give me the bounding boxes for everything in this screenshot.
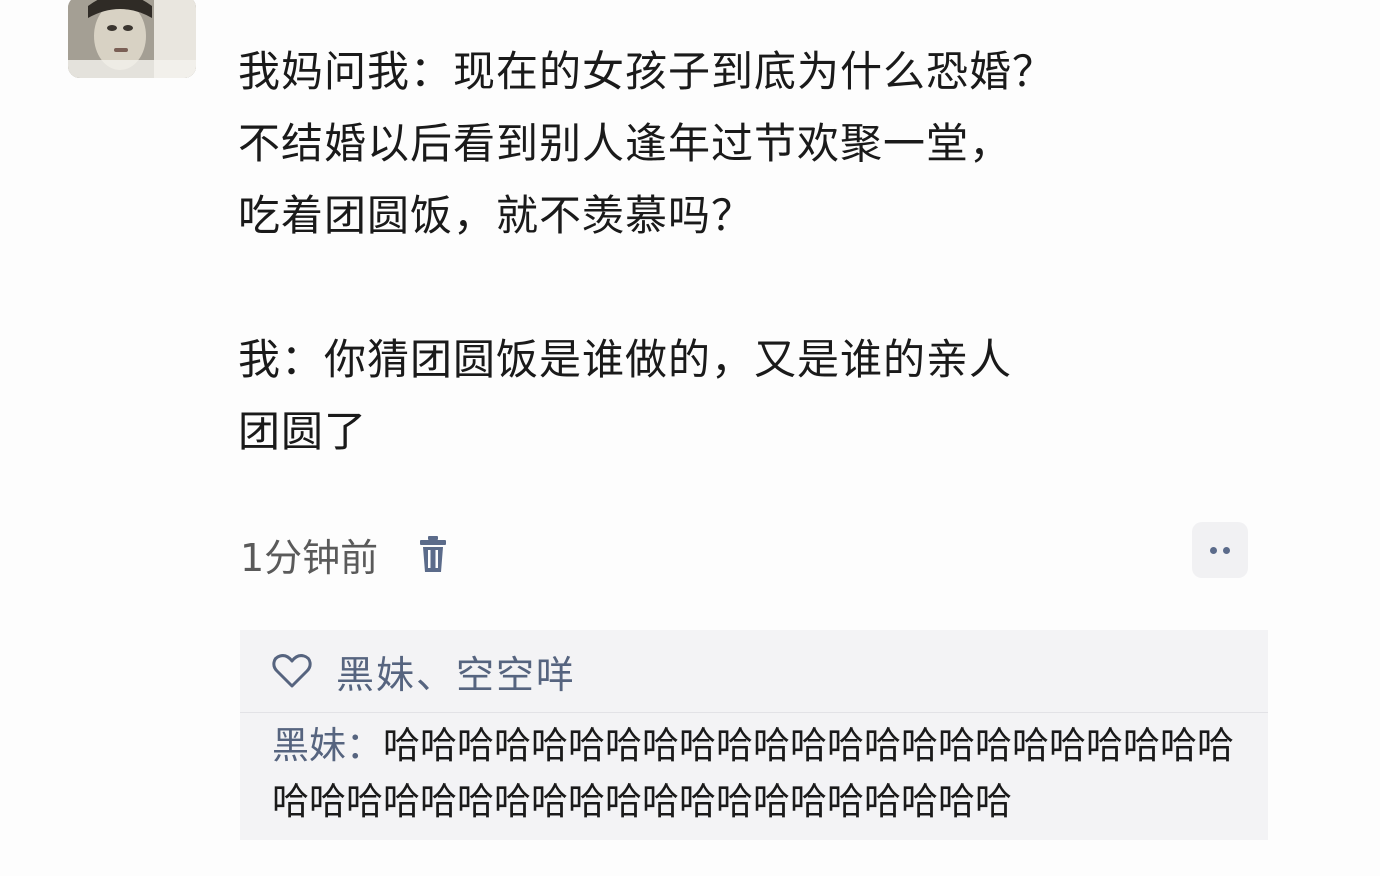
timestamp: 1分钟前 bbox=[240, 535, 379, 580]
comment-text: 哈哈哈哈哈哈哈哈哈哈哈哈哈哈哈哈哈哈哈哈哈哈哈哈哈哈哈哈哈哈哈哈哈哈哈哈哈哈哈哈… bbox=[272, 724, 1234, 823]
post-line: 我：你猜团圆饭是谁做的，又是谁的亲人 bbox=[238, 335, 1013, 384]
divider bbox=[240, 712, 1268, 713]
likes-names[interactable]: 黑妹、空空咩 bbox=[336, 644, 576, 699]
comment-separator: ： bbox=[346, 724, 383, 767]
likes-row: 黑妹、空空咩 bbox=[272, 644, 576, 699]
trash-icon[interactable] bbox=[418, 534, 448, 574]
post-line: 我妈问我：现在的女孩子到底为什么恐婚？ bbox=[238, 47, 1056, 96]
moments-post: 我妈问我：现在的女孩子到底为什么恐婚？ 不结婚以后看到别人逢年过节欢聚一堂， 吃… bbox=[0, 0, 1380, 876]
dot bbox=[1210, 546, 1217, 554]
avatar-photo bbox=[68, 0, 196, 78]
heart-icon bbox=[272, 654, 312, 688]
comment-item[interactable]: 黑妹：哈哈哈哈哈哈哈哈哈哈哈哈哈哈哈哈哈哈哈哈哈哈哈哈哈哈哈哈哈哈哈哈哈哈哈哈哈… bbox=[272, 718, 1252, 830]
interaction-panel: 黑妹、空空咩 黑妹：哈哈哈哈哈哈哈哈哈哈哈哈哈哈哈哈哈哈哈哈哈哈哈哈哈哈哈哈哈哈… bbox=[240, 630, 1268, 840]
post-meta: 1分钟前 bbox=[240, 526, 448, 582]
comment-author[interactable]: 黑妹 bbox=[272, 724, 346, 767]
post-line: 吃着团圆饭，就不羡慕吗？ bbox=[238, 191, 755, 240]
avatar[interactable] bbox=[68, 0, 196, 78]
post-line: 团圆了 bbox=[238, 407, 368, 456]
post-text: 我妈问我：现在的女孩子到底为什么恐婚？ 不结婚以后看到别人逢年过节欢聚一堂， 吃… bbox=[238, 36, 1248, 468]
post-line: 不结婚以后看到别人逢年过节欢聚一堂， bbox=[238, 119, 1013, 168]
dot bbox=[1223, 546, 1230, 554]
more-dots-icon[interactable] bbox=[1192, 522, 1248, 578]
